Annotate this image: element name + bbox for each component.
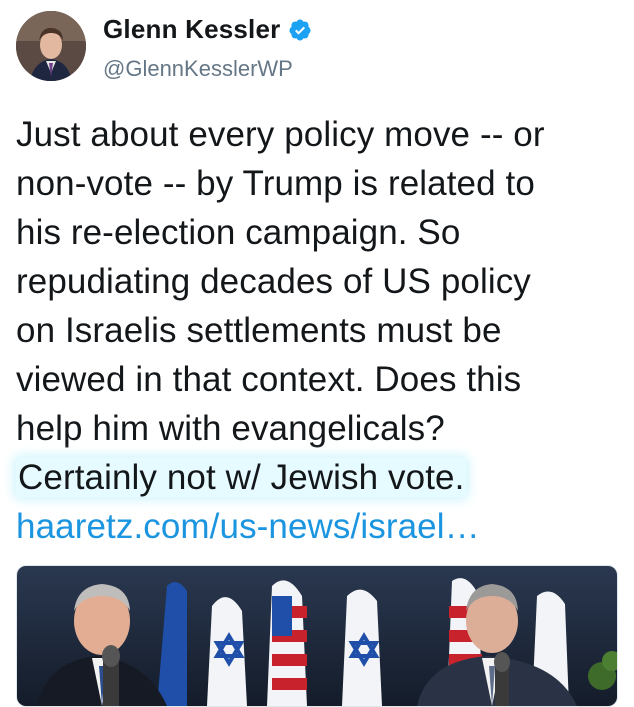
tweet-line: viewed in that context. Does this xyxy=(16,360,522,399)
tweet-text: Just about every policy move -- or non-v… xyxy=(16,110,626,551)
author-name[interactable]: Glenn Kessler xyxy=(103,14,280,45)
article-link[interactable]: haaretz.com/us-news/israel… xyxy=(16,502,626,551)
avatar[interactable] xyxy=(16,11,86,81)
author-name-row: Glenn Kessler xyxy=(103,14,312,45)
author-handle[interactable]: @GlennKesslerWP xyxy=(103,56,293,82)
verified-badge-icon xyxy=(289,19,311,40)
tweet-line: Just about every policy move -- or xyxy=(16,115,545,154)
media-image[interactable] xyxy=(16,565,618,707)
tweet-line: non-vote -- by Trump is related to xyxy=(16,164,535,203)
tweet-line: help him with evangelicals? xyxy=(16,409,445,448)
tweet-line: his re-election campaign. So xyxy=(16,213,461,252)
tweet-line: repudiating decades of US policy xyxy=(16,262,531,301)
news-photo-icon xyxy=(17,566,617,706)
tweet-line: on Israelis settlements must be xyxy=(16,311,502,350)
highlighted-text: Certainly not w/ Jewish vote. xyxy=(16,458,467,497)
avatar-photo-icon xyxy=(16,11,86,81)
